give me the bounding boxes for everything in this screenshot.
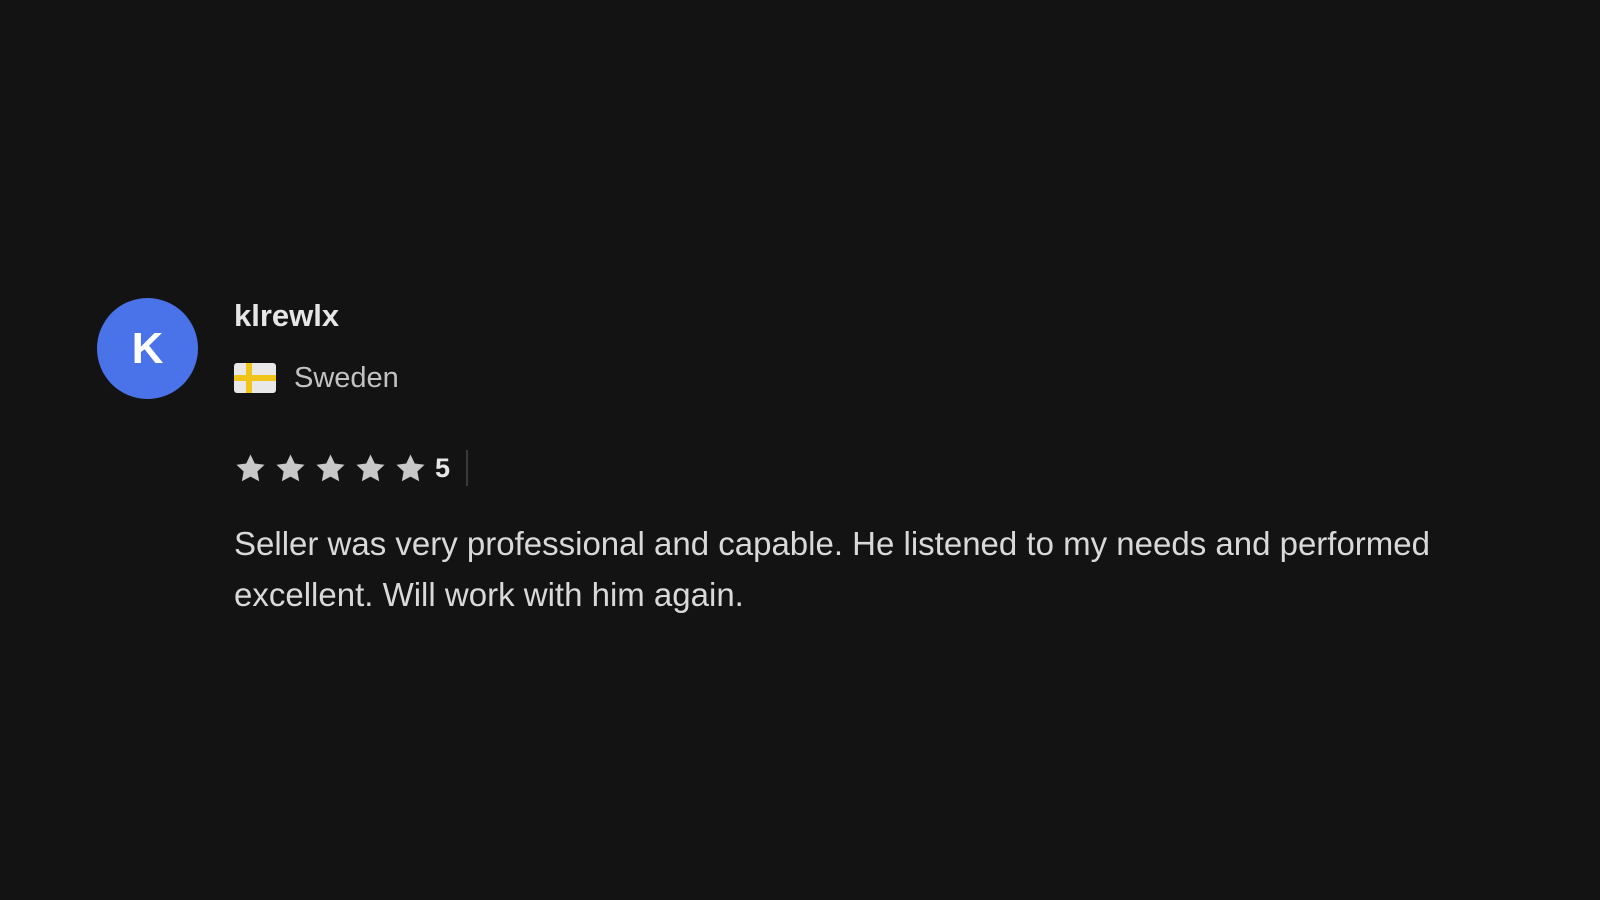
rating-value: 5 xyxy=(435,453,451,483)
review-text: Seller was very professional and capable… xyxy=(234,525,1430,613)
star-icon xyxy=(236,453,265,481)
rating-divider xyxy=(466,450,469,486)
sweden-flag-icon xyxy=(234,363,276,393)
star-icon xyxy=(316,453,345,481)
country-name: Sweden xyxy=(294,362,399,394)
star-rating xyxy=(234,452,434,485)
reviewer-country: Sweden xyxy=(234,361,399,395)
rating: 5 xyxy=(234,450,469,486)
star-icon xyxy=(276,453,305,481)
star-icon xyxy=(396,453,425,481)
reviewer-username[interactable]: klrewlx xyxy=(234,298,339,334)
avatar[interactable]: K xyxy=(97,298,198,399)
star-icon xyxy=(356,453,385,481)
